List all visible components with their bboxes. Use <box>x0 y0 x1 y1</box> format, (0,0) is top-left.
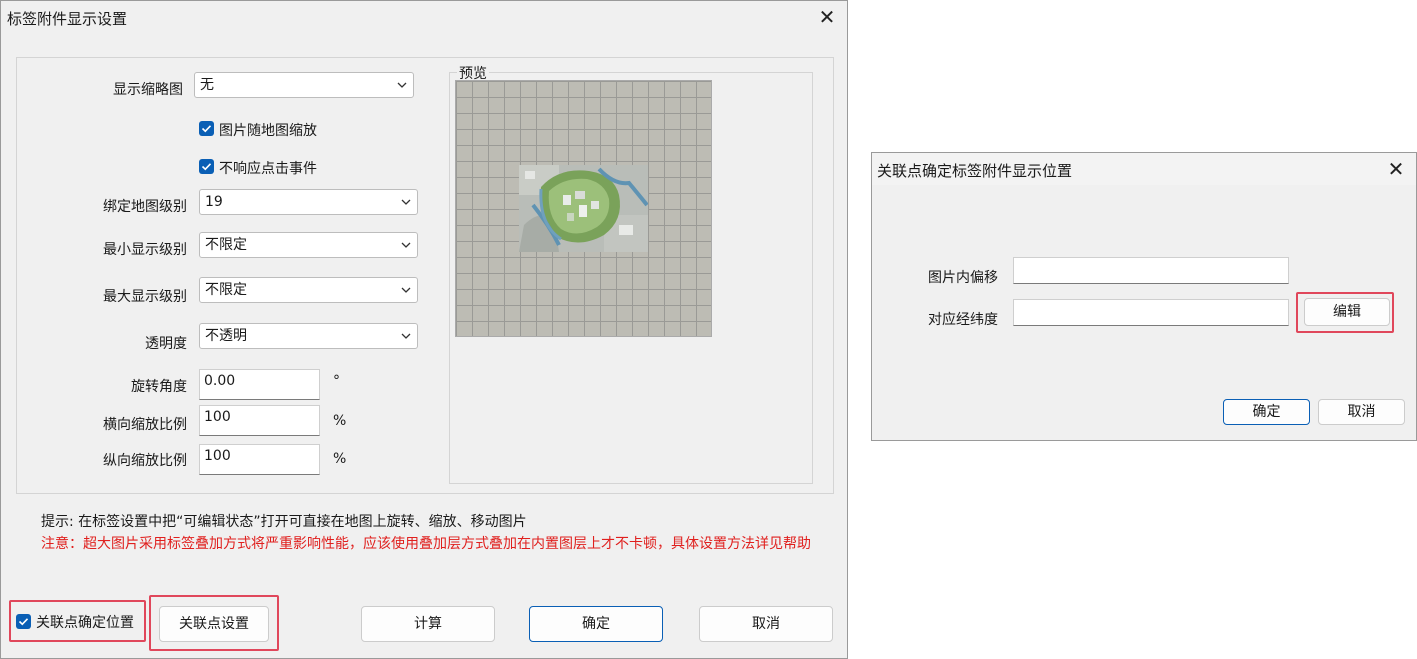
vscale-label: 纵向缩放比例 <box>103 453 187 469</box>
anchor-settings-button[interactable]: 关联点设置 <box>159 606 269 642</box>
close-icon[interactable]: ✕ <box>815 7 839 27</box>
dialog2-cancel-button[interactable]: 取消 <box>1318 399 1405 425</box>
check-icon <box>201 125 212 133</box>
thumbnail-value: 无 <box>200 77 214 93</box>
opacity-select[interactable]: 不透明 <box>199 323 418 349</box>
chevron-down-icon <box>401 333 411 339</box>
scale-with-map-label: 图片随地图缩放 <box>219 123 317 139</box>
dialog2-ok-button[interactable]: 确定 <box>1223 399 1310 425</box>
rotation-value: 0.00 <box>204 373 236 389</box>
calc-button[interactable]: 计算 <box>361 606 495 642</box>
offset-label: 图片内偏移 <box>928 270 998 286</box>
min-level-label: 最小显示级别 <box>103 242 187 258</box>
opacity-label: 透明度 <box>145 336 187 352</box>
cancel-button[interactable]: 取消 <box>699 606 833 642</box>
hscale-input[interactable]: 100 <box>199 405 320 436</box>
close-icon[interactable]: ✕ <box>1384 159 1408 179</box>
hscale-label: 横向缩放比例 <box>103 417 187 433</box>
scale-with-map-checkbox[interactable] <box>199 121 214 136</box>
bind-level-value: 19 <box>205 194 223 210</box>
ignore-click-checkbox[interactable] <box>199 159 214 174</box>
rotation-unit: ° <box>333 373 340 389</box>
vscale-input[interactable]: 100 <box>199 444 320 475</box>
anchor-position-dialog: 关联点确定标签附件显示位置 ✕ 图片内偏移 对应经纬度 编辑 确定 取消 <box>871 152 1417 441</box>
preview-map-image <box>519 165 648 252</box>
chevron-down-icon <box>397 82 407 88</box>
rotation-label: 旋转角度 <box>131 379 187 395</box>
lnglat-input[interactable] <box>1013 299 1289 326</box>
label-attachment-dialog: 标签附件显示设置 ✕ 显示缩略图 无 图片随地图缩放 不响应点击事件 绑定地图级… <box>0 0 848 659</box>
opacity-value: 不透明 <box>205 328 247 344</box>
hscale-value: 100 <box>204 409 231 425</box>
edit-button[interactable]: 编辑 <box>1304 298 1390 326</box>
thumbnail-label: 显示缩略图 <box>113 82 183 98</box>
settings-panel: 显示缩略图 无 图片随地图缩放 不响应点击事件 绑定地图级别 19 最小显示级别… <box>16 57 834 494</box>
vscale-value: 100 <box>204 448 231 464</box>
hscale-unit: % <box>333 413 347 429</box>
vscale-unit: % <box>333 451 347 467</box>
rotation-input[interactable]: 0.00 <box>199 369 320 400</box>
dialog-title: 标签附件显示设置 <box>7 10 128 28</box>
thumbnail-select[interactable]: 无 <box>194 72 414 98</box>
preview-canvas <box>455 80 712 337</box>
max-level-label: 最大显示级别 <box>103 289 187 305</box>
max-level-value: 不限定 <box>205 282 247 298</box>
min-level-select[interactable]: 不限定 <box>199 232 418 258</box>
chevron-down-icon <box>401 287 411 293</box>
chevron-down-icon <box>401 199 411 205</box>
ok-button[interactable]: 确定 <box>529 606 663 642</box>
ignore-click-label: 不响应点击事件 <box>219 161 317 177</box>
offset-input[interactable] <box>1013 257 1289 284</box>
chevron-down-icon <box>401 242 411 248</box>
anchor-position-checkbox[interactable] <box>16 614 31 629</box>
anchor-position-label: 关联点确定位置 <box>36 615 134 631</box>
check-icon <box>201 163 212 171</box>
min-level-value: 不限定 <box>205 237 247 253</box>
lnglat-label: 对应经纬度 <box>928 312 998 328</box>
max-level-select[interactable]: 不限定 <box>199 277 418 303</box>
bind-level-label: 绑定地图级别 <box>103 199 187 215</box>
hint-text: 提示: 在标签设置中把“可编辑状态”打开可直接在地图上旋转、缩放、移动图片 <box>41 514 527 530</box>
dialog2-title: 关联点确定标签附件显示位置 <box>877 162 1073 180</box>
bind-level-select[interactable]: 19 <box>199 189 418 215</box>
check-icon <box>18 618 29 626</box>
warning-text: 注意：超大图片采用标签叠加方式将严重影响性能，应该使用叠加层方式叠加在内置图层上… <box>41 536 811 552</box>
